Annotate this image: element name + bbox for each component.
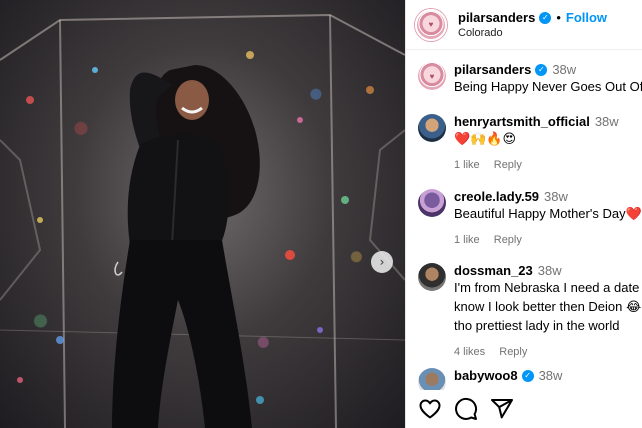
reply-button[interactable]: Reply (494, 234, 522, 246)
header-user-row: pilarsanders ✓ • Follow (458, 10, 607, 25)
comment-body: creole.lady.59 38w Beautiful Happy Mothe… (454, 189, 642, 246)
avatar[interactable]: ♥ (415, 8, 447, 41)
heart-icon[interactable] (418, 397, 442, 421)
post-photo: › (0, 0, 405, 428)
reply-button[interactable]: Reply (494, 159, 522, 171)
list-item: babywoo8 ✓ 38w (418, 368, 642, 390)
action-bar (406, 390, 642, 428)
caption-username[interactable]: pilarsanders (454, 62, 531, 77)
person-figure (112, 65, 260, 428)
comment-user-row: creole.lady.59 38w (454, 189, 642, 204)
post-username[interactable]: pilarsanders (458, 10, 535, 25)
avatar[interactable] (418, 368, 446, 390)
list-item: henryartsmith_official 38w ❤️🙌🔥😍 1 like … (418, 114, 642, 171)
comment-username[interactable]: dossman_23 (454, 263, 533, 278)
post-sidebar: ♥ pilarsanders ✓ • Follow Colorado ♥ pil… (405, 0, 642, 428)
verified-badge-icon: ✓ (521, 369, 534, 382)
comment-text: ❤️🙌🔥😍 (454, 131, 517, 146)
comment-username[interactable]: babywoo8 (454, 368, 518, 383)
post-header: ♥ pilarsanders ✓ • Follow Colorado (406, 0, 642, 50)
follow-button[interactable]: Follow (566, 10, 607, 25)
caption-user-row: pilarsanders ✓ 38w (454, 62, 642, 77)
comment-user-row: henryartsmith_official 38w (454, 114, 619, 129)
caption-body: pilarsanders ✓ 38w Being Happy Never Goe… (454, 62, 642, 96)
caption-time[interactable]: 38w (552, 62, 576, 77)
chevron-right-icon[interactable]: › (371, 251, 393, 273)
comment-body: dossman_23 38w I'm from Nebraska I need … (454, 263, 642, 358)
comments-list[interactable]: ♥ pilarsanders ✓ 38w Being Happy Never G… (406, 51, 642, 390)
comment-time[interactable]: 38w (544, 189, 568, 204)
likes-count[interactable]: 1 like (454, 234, 480, 246)
avatar[interactable]: ♥ (418, 62, 446, 90)
comment-username[interactable]: henryartsmith_official (454, 114, 590, 129)
verified-badge-icon: ✓ (535, 63, 548, 76)
likes-count[interactable]: 4 likes (454, 346, 485, 358)
comment-text-line-1: I'm from Nebraska I need a date l (454, 280, 642, 295)
list-item: dossman_23 38w I'm from Nebraska I need … (418, 263, 642, 358)
comment-username[interactable]: creole.lady.59 (454, 189, 539, 204)
comment-time[interactable]: 38w (539, 368, 563, 383)
comment-body: henryartsmith_official 38w ❤️🙌🔥😍 1 like … (454, 114, 619, 171)
likes-count[interactable]: 1 like (454, 159, 480, 171)
avatar[interactable] (418, 263, 446, 291)
photo-artwork (0, 13, 405, 428)
avatar[interactable] (418, 114, 446, 142)
share-icon[interactable] (490, 397, 514, 421)
caption-text: Being Happy Never Goes Out Of S (454, 79, 642, 94)
comment-text-line-2: know I look better then Deion 😂 f (454, 299, 642, 314)
post-location[interactable]: Colorado (458, 27, 607, 39)
comment-meta: 1 like Reply (454, 234, 642, 246)
comment-user-row: dossman_23 38w (454, 263, 642, 278)
comment-time[interactable]: 38w (595, 114, 619, 129)
comment-time[interactable]: 38w (538, 263, 562, 278)
avatar[interactable] (418, 189, 446, 217)
caption: ♥ pilarsanders ✓ 38w Being Happy Never G… (418, 62, 642, 96)
comment-text-line-3: tho prettiest lady in the world (454, 318, 620, 333)
verified-badge-icon: ✓ (539, 11, 552, 24)
list-item: creole.lady.59 38w Beautiful Happy Mothe… (418, 189, 642, 246)
comment-meta: 1 like Reply (454, 159, 619, 171)
separator-dot: • (556, 10, 561, 25)
comment-icon[interactable] (454, 397, 478, 421)
comment-meta: 4 likes Reply (454, 346, 642, 358)
header-text: pilarsanders ✓ • Follow Colorado (458, 10, 607, 39)
comment-text: Beautiful Happy Mother's Day❤️💋 (454, 206, 642, 221)
comment-body: babywoo8 ✓ 38w (454, 368, 562, 390)
reply-button[interactable]: Reply (499, 346, 527, 358)
comment-user-row: babywoo8 ✓ 38w (454, 368, 562, 383)
